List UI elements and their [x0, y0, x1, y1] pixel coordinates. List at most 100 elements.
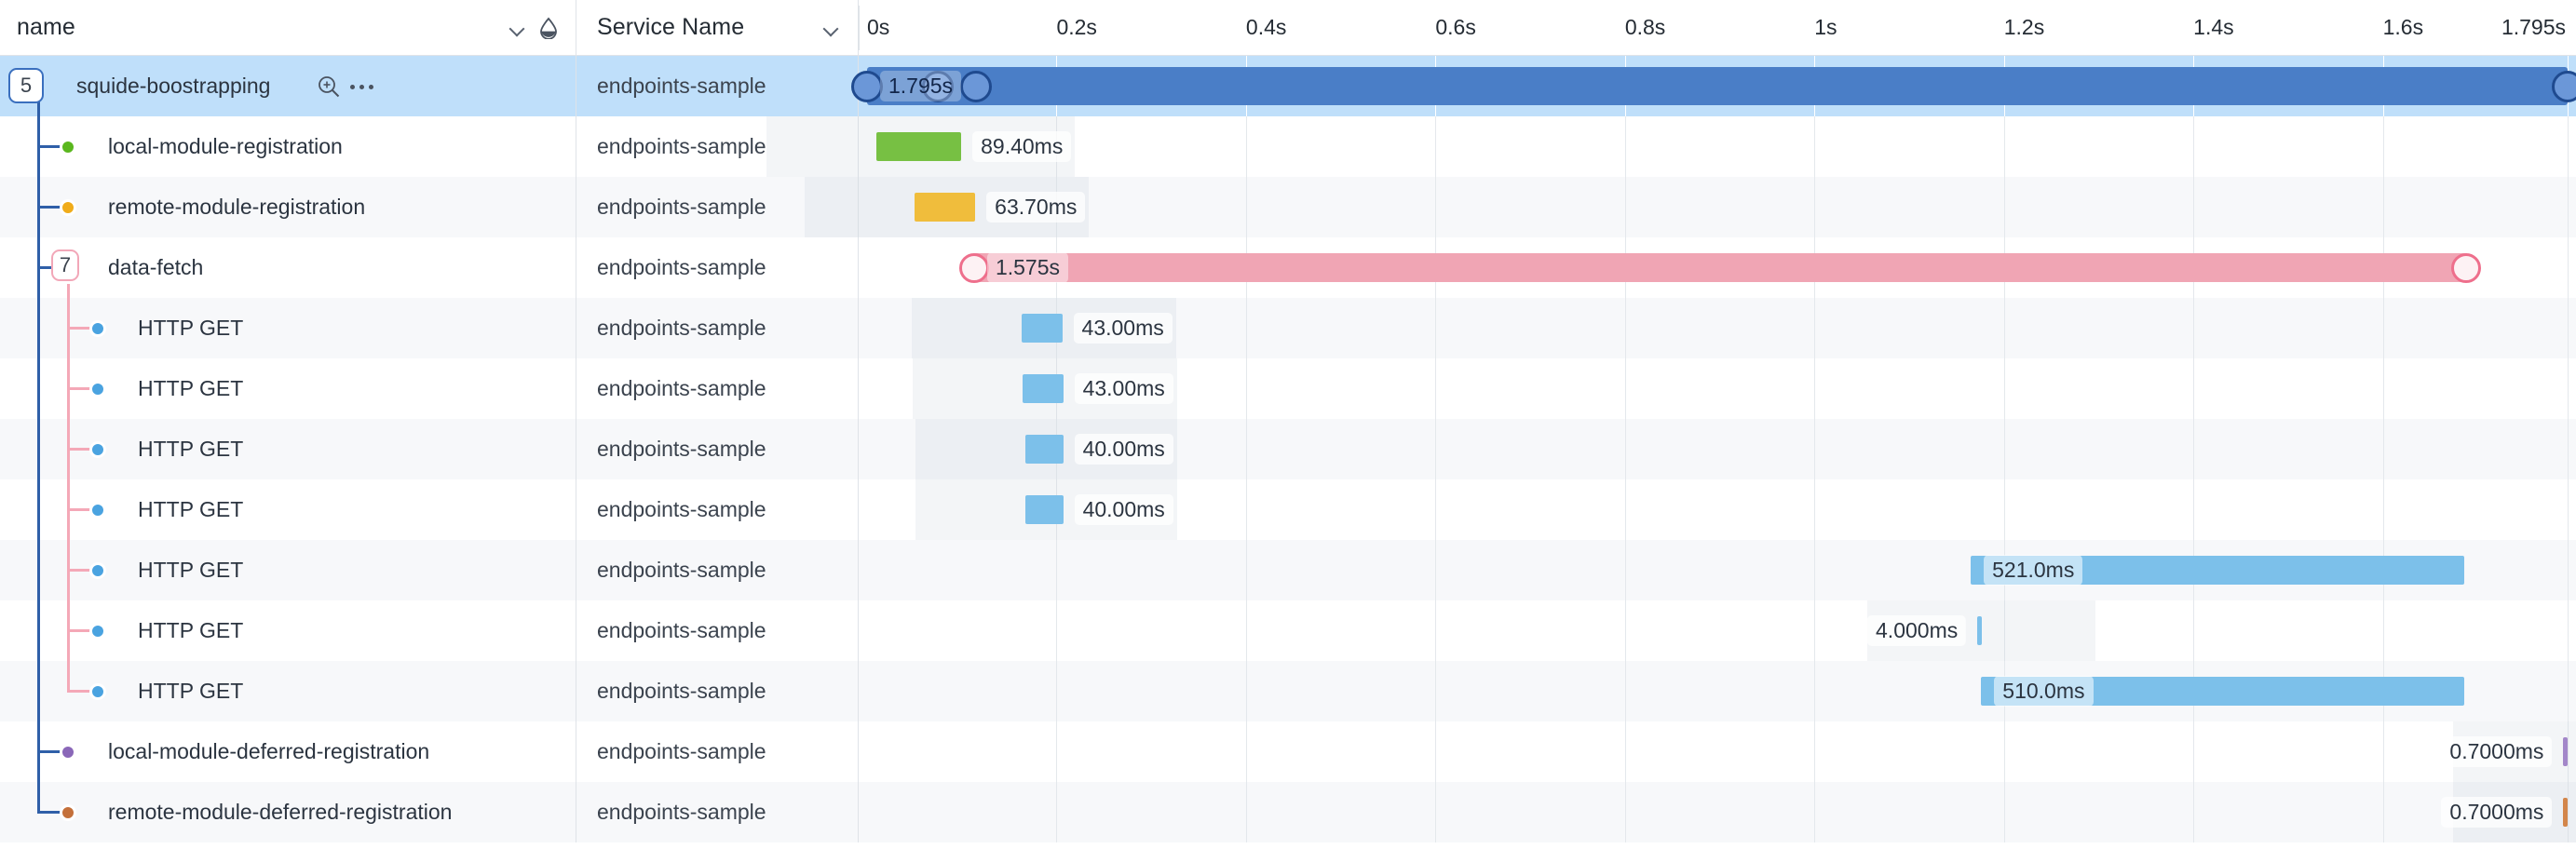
timeline-gridline: [2382, 177, 2384, 237]
service-name-cell: endpoints-sample: [576, 358, 859, 419]
span-event-marker[interactable]: [851, 70, 883, 102]
table-row[interactable]: HTTP GET endpoints-sample 43.00ms: [0, 358, 2576, 419]
span-event-marker[interactable]: [2552, 70, 2576, 102]
row-actions[interactable]: [317, 74, 373, 99]
timeline-gridline: [1435, 116, 1437, 177]
span-name-cell[interactable]: 5 squide-boostrapping: [0, 56, 576, 116]
table-row[interactable]: remote-module-deferred-registration endpo…: [0, 782, 2576, 842]
service-name-label: endpoints-sample: [597, 558, 766, 582]
table-row[interactable]: 7 data-fetch endpoints-sample 1.575s: [0, 237, 2576, 298]
table-row[interactable]: HTTP GET endpoints-sample 40.00ms: [0, 479, 2576, 540]
more-options-icon[interactable]: [350, 84, 373, 89]
chevron-down-icon[interactable]: [822, 19, 841, 37]
span-event-marker[interactable]: [959, 70, 992, 102]
service-name-cell: endpoints-sample: [576, 479, 859, 540]
timeline-gridline: [2382, 600, 2384, 661]
column-header-name-label: name: [17, 14, 75, 40]
timeline-gridline: [2003, 116, 2005, 177]
tree-trunk-line: [37, 358, 40, 419]
child-count-badge[interactable]: 5: [8, 68, 44, 103]
span-duration-bar[interactable]: [973, 253, 2467, 282]
span-timeline-cell[interactable]: 89.40ms: [766, 116, 2576, 177]
table-row[interactable]: HTTP GET endpoints-sample 510.0ms: [0, 661, 2576, 721]
service-name-cell: endpoints-sample: [576, 782, 859, 842]
zoom-in-icon[interactable]: [317, 74, 341, 99]
span-name-cell[interactable]: HTTP GET: [0, 661, 576, 721]
table-row[interactable]: remote-module-registration endpoints-samp…: [0, 177, 2576, 237]
timeline-gridline: [1435, 298, 1437, 358]
table-row[interactable]: HTTP GET endpoints-sample 4.000ms: [0, 600, 2576, 661]
timeline-gridline: [2193, 721, 2195, 782]
span-timeline-cell[interactable]: 0.7000ms: [859, 721, 2576, 782]
span-timeline-cell[interactable]: 0.7000ms: [859, 782, 2576, 842]
span-name-label: local-module-registration: [108, 134, 343, 158]
service-name-cell: endpoints-sample: [576, 419, 859, 479]
span-timeline-cell[interactable]: 40.00ms: [859, 419, 2576, 479]
span-timeline-cell[interactable]: 43.00ms: [859, 298, 2576, 358]
span-timeline-cell[interactable]: 63.70ms: [805, 177, 2576, 237]
span-duration-bar[interactable]: [867, 67, 2568, 105]
span-color-dot: [89, 320, 106, 337]
span-timeline-cell[interactable]: 1.575s: [859, 237, 2576, 298]
ruler-left-edge: [859, 6, 860, 50]
table-row[interactable]: local-module-registration endpoints-sampl…: [0, 116, 2576, 177]
span-name-cell[interactable]: HTTP GET: [0, 600, 576, 661]
table-row[interactable]: HTTP GET endpoints-sample 521.0ms: [0, 540, 2576, 600]
span-name-cell[interactable]: HTTP GET: [0, 358, 576, 419]
timeline-gridline: [2382, 479, 2384, 540]
trace-timeline-view: name Service Name 0s 0.2s 0.4s 0.6s 0.8s 1s 1.…: [0, 0, 2576, 849]
span-timeline-cell[interactable]: 43.00ms: [859, 358, 2576, 419]
droplet-theme-icon[interactable]: [538, 17, 559, 40]
span-timeline-cell[interactable]: 4.000ms: [859, 600, 2576, 661]
tree-branch-line: [67, 284, 70, 298]
tree-branch-line: [67, 661, 70, 692]
span-name-cell[interactable]: HTTP GET: [0, 479, 576, 540]
column-header-name[interactable]: name: [0, 0, 576, 55]
column-header-service-name[interactable]: Service Name: [576, 0, 859, 55]
timeline-gridline: [2193, 479, 2195, 540]
span-name-cell[interactable]: local-module-registration: [0, 116, 576, 177]
span-timeline-cell[interactable]: 510.0ms: [859, 661, 2576, 721]
timeline-gridline: [2003, 358, 2005, 419]
span-name-cell[interactable]: HTTP GET: [0, 298, 576, 358]
table-row[interactable]: local-module-deferred-registration endpoi…: [0, 721, 2576, 782]
service-name-label: endpoints-sample: [597, 255, 766, 279]
service-name-label: endpoints-sample: [597, 316, 766, 340]
span-name-label: data-fetch: [108, 255, 204, 279]
span-name-label: HTTP GET: [138, 316, 244, 340]
span-name-cell[interactable]: local-module-deferred-registration: [0, 721, 576, 782]
span-event-marker[interactable]: [2451, 252, 2482, 283]
span-duration-bar[interactable]: [1022, 374, 1064, 403]
service-name-label: endpoints-sample: [597, 437, 766, 461]
timeline-gridline: [1056, 721, 1058, 782]
span-duration-bar[interactable]: [1977, 616, 1983, 645]
chevron-down-icon[interactable]: [508, 19, 527, 37]
span-duration-label: 43.00ms: [1073, 313, 1173, 344]
timeline-gridline: [1814, 358, 1816, 419]
table-row[interactable]: HTTP GET endpoints-sample 43.00ms: [0, 298, 2576, 358]
span-duration-bar[interactable]: [915, 193, 976, 222]
timeline-tick-label: 1s: [1814, 15, 1837, 39]
span-duration-label: 43.00ms: [1074, 373, 1173, 404]
span-name-cell[interactable]: HTTP GET: [0, 419, 576, 479]
span-duration-bar[interactable]: [2563, 737, 2569, 766]
span-timeline-cell[interactable]: 40.00ms: [859, 479, 2576, 540]
span-duration-bar[interactable]: [1024, 495, 1064, 524]
span-duration-bar[interactable]: [2563, 798, 2569, 827]
span-name-cell[interactable]: remote-module-registration: [0, 177, 576, 237]
table-row[interactable]: 5 squide-boostrapping endpoints-sample 1.79…: [0, 56, 2576, 116]
span-name-cell[interactable]: HTTP GET: [0, 540, 576, 600]
span-duration-bar[interactable]: [876, 132, 962, 161]
span-timeline-cell[interactable]: 521.0ms: [859, 540, 2576, 600]
table-row[interactable]: HTTP GET endpoints-sample 40.00ms: [0, 419, 2576, 479]
span-duration-bar[interactable]: [1021, 314, 1063, 343]
child-count-badge[interactable]: 7: [51, 249, 79, 281]
service-name-label: endpoints-sample: [597, 618, 766, 642]
service-name-label: endpoints-sample: [597, 679, 766, 703]
span-duration-bar[interactable]: [1024, 435, 1064, 464]
span-event-marker[interactable]: [958, 252, 989, 283]
span-name-cell[interactable]: 7 data-fetch: [0, 237, 576, 298]
service-name-cell: endpoints-sample: [576, 237, 859, 298]
span-name-cell[interactable]: remote-module-deferred-registration: [0, 782, 576, 842]
span-timeline-cell[interactable]: 1.795s: [851, 56, 2576, 116]
